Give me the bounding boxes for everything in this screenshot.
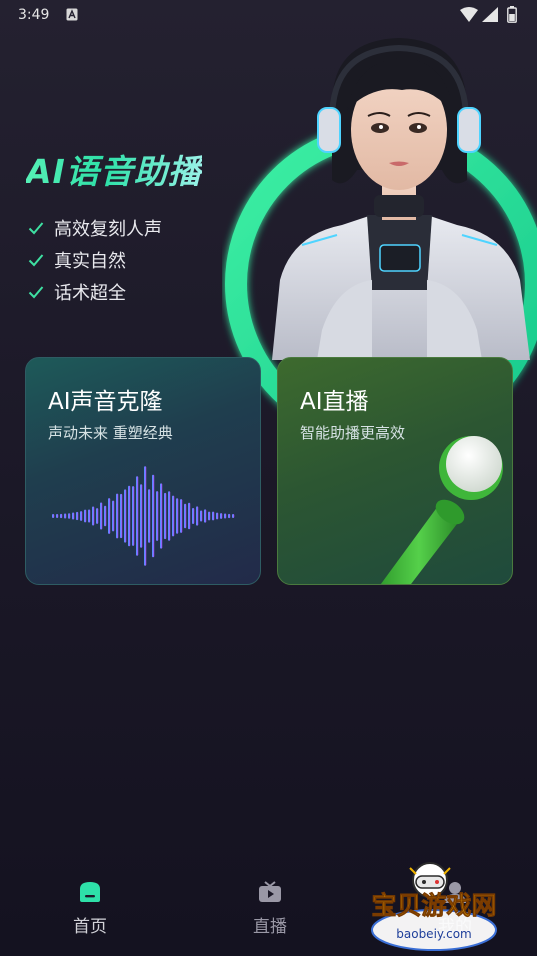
- waveform-bar: [156, 491, 159, 541]
- waveform-bar: [212, 511, 215, 521]
- waveform-bar: [168, 491, 171, 541]
- nav-label-live: 直播: [253, 917, 287, 937]
- waveform-bar: [128, 485, 131, 547]
- feature-label: 话术超全: [54, 283, 126, 304]
- wifi-icon: [460, 7, 478, 22]
- check-icon: [28, 222, 44, 235]
- waveform-bar: [84, 509, 87, 523]
- waveform-bar: [152, 474, 155, 558]
- waveform-bar: [92, 506, 95, 526]
- waveform-bar: [148, 489, 151, 543]
- waveform-bar: [60, 513, 63, 519]
- voice-clone-card[interactable]: AI声音克隆 声动未来 重塑经典: [25, 357, 261, 585]
- waveform-bar: [104, 505, 107, 527]
- signal-icon: [482, 7, 498, 22]
- waveform-icon: [32, 466, 256, 566]
- waveform-bar: [56, 513, 59, 519]
- watermark-brand: 宝贝游戏网: [371, 891, 496, 920]
- waveform-bar: [116, 493, 119, 539]
- check-icon: [28, 254, 44, 267]
- microphone-icon: [380, 436, 503, 584]
- waveform-bar: [136, 476, 139, 556]
- waveform-bar: [160, 483, 163, 549]
- feature-item: 高效复刻人声: [28, 212, 162, 244]
- waveform-bar: [80, 511, 83, 521]
- waveform-bar: [228, 513, 231, 519]
- voice-clone-title: AI声音克隆: [48, 389, 163, 415]
- feature-item: 话术超全: [28, 276, 162, 308]
- voice-clone-subtitle: 声动未来 重塑经典: [48, 424, 173, 442]
- waveform-bar: [68, 513, 71, 519]
- waveform-bar: [216, 512, 219, 520]
- waveform-bar: [184, 503, 187, 529]
- waveform-bar: [76, 511, 79, 521]
- ai-live-card[interactable]: AI直播 智能助播更高效: [277, 357, 513, 585]
- nav-label-home: 首页: [73, 917, 107, 937]
- waveform-bar: [172, 495, 175, 537]
- waveform-bar: [120, 493, 123, 539]
- watermark-logo: 宝贝游戏网 baobeiy.com: [371, 862, 497, 951]
- notification-a-icon: [66, 8, 78, 21]
- watermark-url: baobeiy.com: [396, 927, 471, 941]
- waveform-bar: [100, 502, 103, 530]
- waveform-bar: [188, 502, 191, 530]
- waveform-bar: [232, 513, 235, 519]
- waveform-bar: [144, 466, 147, 566]
- waveform-bar: [64, 513, 67, 519]
- feature-label: 真实自然: [54, 251, 126, 272]
- waveform-bar: [88, 509, 91, 523]
- feature-label: 高效复刻人声: [54, 219, 162, 240]
- waveform-bar: [164, 492, 167, 540]
- nav-item-live[interactable]: 直播: [225, 880, 315, 937]
- waveform-bar: [220, 513, 223, 519]
- waveform-bar: [192, 507, 195, 525]
- battery-icon: [507, 6, 517, 23]
- waveform-bar: [108, 498, 111, 534]
- waveform-bar: [224, 513, 227, 519]
- waveform-bar: [52, 514, 55, 518]
- waveform-bar: [132, 486, 135, 546]
- check-icon: [28, 286, 44, 299]
- waveform-bar: [124, 489, 127, 543]
- ai-live-title: AI直播: [300, 389, 369, 415]
- waveform-bar: [196, 506, 199, 526]
- ai-avatar-figure: [272, 38, 530, 360]
- waveform-bar: [112, 500, 115, 532]
- waveform-bar: [208, 511, 211, 521]
- waveform-bar: [200, 510, 203, 522]
- waveform-bar: [140, 484, 143, 548]
- waveform-bar: [180, 499, 183, 533]
- feature-item: 真实自然: [28, 244, 162, 276]
- home-icon: [80, 882, 100, 902]
- feature-list: 高效复刻人声 真实自然 话术超全: [28, 212, 162, 308]
- hero-title: AI语音助播: [26, 145, 202, 193]
- waveform-bar: [96, 508, 99, 524]
- app-screen: 3:49 AI语音助播 高效复刻人声 真实自然 话术超全 AI声音克隆 声动未来…: [0, 0, 537, 956]
- nav-item-home[interactable]: 首页: [45, 880, 135, 937]
- waveform-bar: [72, 512, 75, 520]
- tv-icon: [259, 881, 281, 902]
- status-bar: 3:49: [0, 0, 537, 30]
- waveform-bar: [204, 509, 207, 523]
- status-time: 3:49: [18, 7, 50, 23]
- waveform-bar: [176, 498, 179, 534]
